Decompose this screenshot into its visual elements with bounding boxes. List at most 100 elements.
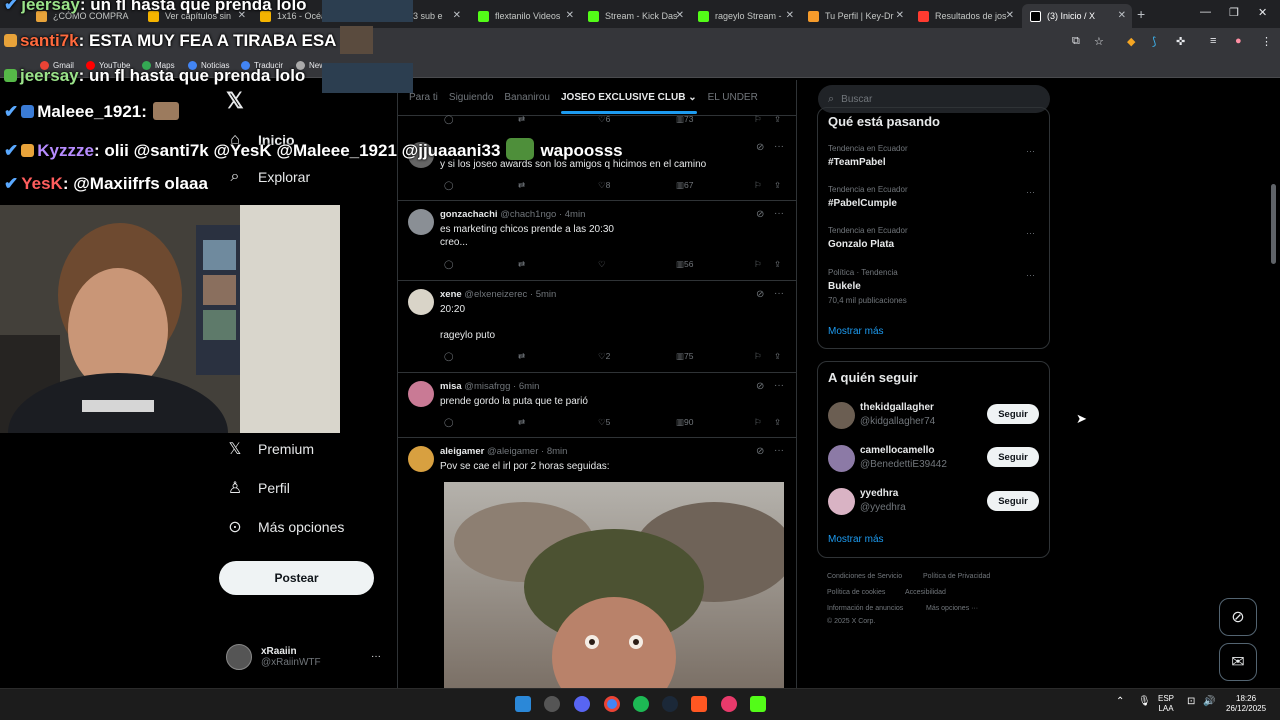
more-icon[interactable]: ···: [774, 288, 784, 299]
reply-icon[interactable]: ◯: [444, 417, 454, 428]
suggestion-name[interactable]: camellocamello: [860, 445, 934, 456]
browser-tab[interactable]: Tu Perfil | Key-Dr ✕: [800, 4, 910, 28]
close-icon[interactable]: ✕: [896, 10, 904, 21]
close-window-icon[interactable]: ✕: [1258, 6, 1267, 19]
tweet-author[interactable]: aleigamer: [440, 446, 484, 457]
views-icon[interactable]: ▥ 56: [676, 259, 694, 270]
tab-bananirou[interactable]: Bananirou: [504, 92, 550, 103]
reply-icon[interactable]: ◯: [444, 259, 454, 270]
trend-title[interactable]: #PabelCumple: [828, 198, 897, 209]
suggestion-name[interactable]: thekidgallagher: [860, 402, 934, 413]
tweet[interactable]: aleigamer @aleigamer · 8min Pov se cae e…: [398, 438, 796, 688]
tab-joseo-exclusive-club[interactable]: JOSEO EXCLUSIVE CLUB ⌄: [560, 92, 697, 114]
more-icon[interactable]: ···: [774, 208, 784, 219]
kick-icon[interactable]: [750, 696, 766, 712]
browser-tab[interactable]: Resultados de jos ✕: [910, 4, 1020, 28]
browser-tab-active[interactable]: (3) Inicio / X ✕: [1022, 4, 1132, 28]
minimize-icon[interactable]: —: [1200, 6, 1211, 18]
browser-tab[interactable]: rageylo Stream - ✕: [690, 4, 800, 28]
close-icon[interactable]: ✕: [453, 10, 461, 21]
trend-title[interactable]: Bukele: [828, 281, 861, 292]
chrome-icon[interactable]: [604, 696, 620, 712]
repost-icon[interactable]: ⇄: [518, 180, 525, 191]
microphone-icon[interactable]: 🎙: [1138, 697, 1151, 707]
share-icon[interactable]: ⇪: [774, 351, 781, 362]
repost-icon[interactable]: ⇄: [518, 114, 525, 125]
settings-icon[interactable]: [544, 696, 560, 712]
tweet-media-image[interactable]: [444, 482, 784, 688]
views-icon[interactable]: ▥ 67: [676, 180, 694, 191]
like-icon[interactable]: ♡ 8: [598, 180, 610, 191]
close-icon[interactable]: ✕: [566, 10, 574, 21]
repost-icon[interactable]: ⇄: [518, 259, 525, 270]
brave-icon[interactable]: [691, 696, 707, 712]
show-more-link[interactable]: Mostrar más: [828, 326, 884, 337]
trend-title[interactable]: #TeamPabel: [828, 157, 886, 168]
more-icon[interactable]: ···: [1026, 270, 1035, 280]
browser-tab[interactable]: Stream - Kick Das ✕: [580, 4, 690, 28]
tab-following[interactable]: Siguiendo: [449, 92, 493, 103]
close-icon[interactable]: ✕: [676, 10, 684, 21]
grok-icon[interactable]: ⊘: [756, 142, 764, 153]
grok-icon[interactable]: ⊘: [1219, 598, 1257, 636]
more-icon[interactable]: ···: [774, 445, 784, 456]
account-switcher[interactable]: xRaaiin @xRaiinWTF: [226, 644, 321, 670]
tab-el-under[interactable]: EL UNDER: [708, 92, 758, 103]
trend-title[interactable]: Gonzalo Plata: [828, 239, 894, 250]
repost-icon[interactable]: ⇄: [518, 417, 525, 428]
grok-icon[interactable]: ⊘: [756, 381, 764, 392]
profile-avatar-icon[interactable]: ●: [1235, 35, 1242, 47]
new-tab-icon[interactable]: +: [1137, 6, 1145, 22]
chevron-up-icon[interactable]: ⌃: [1116, 697, 1124, 707]
more-icon[interactable]: ···: [1026, 146, 1035, 156]
tweet[interactable]: xene @elxeneizerec · 5min 20:20 rageylo …: [398, 281, 796, 373]
scrollbar-thumb[interactable]: [1271, 184, 1276, 264]
follow-button[interactable]: Seguir: [987, 404, 1039, 424]
like-icon[interactable]: ♡ 6: [598, 114, 610, 125]
more-icon[interactable]: ···: [774, 141, 784, 152]
post-button[interactable]: Postear: [219, 561, 374, 595]
avatar[interactable]: [828, 402, 855, 429]
network-icon[interactable]: ⊡: [1187, 697, 1195, 707]
footer-link[interactable]: Condiciones de Servicio: [827, 573, 902, 580]
grok-icon[interactable]: ⊘: [756, 209, 764, 220]
bookmark-icon[interactable]: ⚐: [754, 351, 762, 362]
close-icon[interactable]: ✕: [786, 10, 794, 21]
footer-link[interactable]: Política de Privacidad: [923, 573, 990, 580]
avatar[interactable]: [828, 445, 855, 472]
menu-kebab-icon[interactable]: ⋮: [1261, 35, 1272, 48]
bookmark-icon[interactable]: ⚐: [754, 417, 762, 428]
reply-icon[interactable]: ◯: [444, 114, 454, 125]
start-icon[interactable]: [515, 696, 531, 712]
bookmark-icon[interactable]: ⚐: [754, 180, 762, 191]
like-icon[interactable]: ♡ 5: [598, 417, 610, 428]
tweet-author[interactable]: misa: [440, 381, 462, 392]
browser-tab[interactable]: flextanilo Videos ✕: [470, 4, 580, 28]
account-more-icon[interactable]: ···: [371, 651, 381, 662]
like-icon[interactable]: ♡: [598, 259, 606, 270]
tweet[interactable]: misa @misafrgg · 6min prende gordo la pu…: [398, 373, 796, 438]
more-icon[interactable]: ···: [1026, 228, 1035, 238]
more-icon[interactable]: ···: [774, 380, 784, 391]
restore-icon[interactable]: ❐: [1229, 6, 1239, 19]
language-indicator[interactable]: ESP LAA: [1158, 694, 1174, 714]
avatar[interactable]: [828, 488, 855, 515]
footer-link[interactable]: Accesibilidad: [905, 589, 946, 596]
steam-icon[interactable]: [662, 696, 678, 712]
grok-icon[interactable]: ⊘: [756, 446, 764, 457]
views-icon[interactable]: ▥ 90: [676, 417, 694, 428]
share-icon[interactable]: ⇪: [774, 180, 781, 191]
like-icon[interactable]: ♡ 2: [598, 351, 610, 362]
share-icon[interactable]: ⇪: [774, 259, 781, 270]
app-icon[interactable]: [721, 696, 737, 712]
nav-profile[interactable]: ♙ Perfil: [224, 472, 290, 504]
volume-icon[interactable]: 🔊: [1203, 697, 1215, 707]
install-icon[interactable]: ⧉: [1072, 35, 1080, 48]
reply-icon[interactable]: ◯: [444, 180, 454, 191]
share-icon[interactable]: ⇪: [774, 114, 781, 125]
follow-button[interactable]: Seguir: [987, 447, 1039, 467]
more-icon[interactable]: ···: [1026, 187, 1035, 197]
bookmark-icon[interactable]: ⚐: [754, 114, 762, 125]
clock[interactable]: 18:26 26/12/2025: [1226, 694, 1266, 714]
messages-icon[interactable]: ✉: [1219, 643, 1257, 681]
